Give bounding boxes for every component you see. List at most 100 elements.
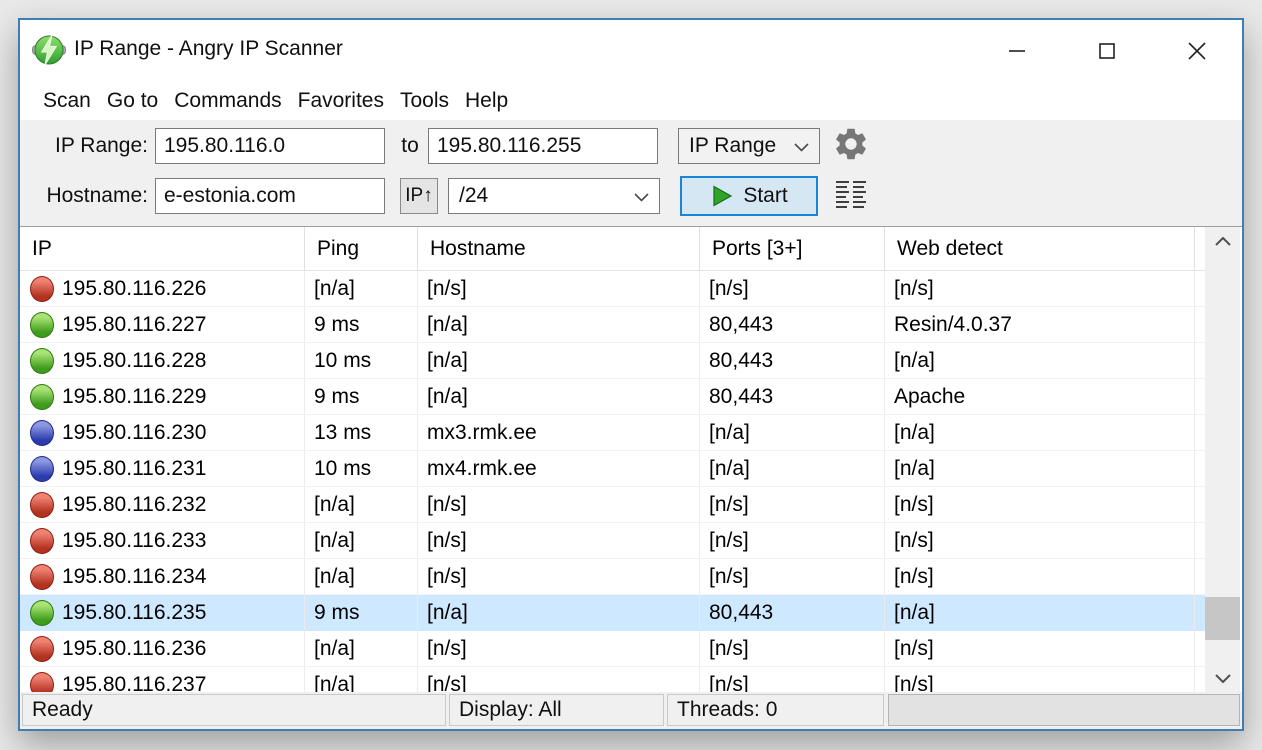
window-title: IP Range - Angry IP Scanner <box>74 37 343 61</box>
cell-ip: 195.80.116.229 <box>62 385 206 409</box>
cell-ip: 195.80.116.226 <box>62 277 206 301</box>
status-dot <box>30 600 54 626</box>
column-header-ip[interactable]: IP <box>20 227 305 270</box>
cell-ip: 195.80.116.235 <box>62 601 206 625</box>
status-threads: Threads: 0 <box>667 694 884 726</box>
table-row[interactable]: 195.80.116.228 10 ms [n/a] 80,443 [n/a] <box>20 343 1205 379</box>
cell-ping: [n/a] <box>305 631 418 666</box>
chevron-down-icon <box>634 193 649 202</box>
cell-ports: [n/s] <box>700 667 885 692</box>
table-body: 195.80.116.226 [n/a] [n/s] [n/s] [n/s] 1… <box>20 271 1205 692</box>
table-row[interactable]: 195.80.116.230 13 ms mx3.rmk.ee [n/a] [n… <box>20 415 1205 451</box>
ip-to-input[interactable] <box>428 128 658 164</box>
cell-ports: [n/s] <box>700 631 885 666</box>
cell-ping: [n/a] <box>305 523 418 558</box>
menu-item-tools[interactable]: Tools <box>392 82 457 120</box>
cell-ports: [n/s] <box>700 523 885 558</box>
status-dot <box>30 348 54 374</box>
minimize-icon <box>1007 41 1027 61</box>
toolbar: IP Range: to IP Range Hostname: IP↑ /24 … <box>20 120 1242 227</box>
status-dot <box>30 384 54 410</box>
menu-item-favorites[interactable]: Favorites <box>290 82 392 120</box>
menu-item-scan[interactable]: Scan <box>35 82 99 120</box>
table-row[interactable]: 195.80.116.226 [n/a] [n/s] [n/s] [n/s] <box>20 271 1205 307</box>
menu-item-commands[interactable]: Commands <box>166 82 289 120</box>
table-row[interactable]: 195.80.116.235 9 ms [n/a] 80,443 [n/a] <box>20 595 1205 631</box>
status-dot <box>30 420 54 446</box>
cell-ip: 195.80.116.231 <box>62 457 206 481</box>
table-row[interactable]: 195.80.116.229 9 ms [n/a] 80,443 Apache <box>20 379 1205 415</box>
scrollbar-thumb[interactable] <box>1205 597 1240 640</box>
netmask-selected-value: /24 <box>459 184 488 208</box>
cell-hostname: [n/a] <box>418 595 700 630</box>
status-dot <box>30 276 54 302</box>
cell-ping: [n/a] <box>305 559 418 594</box>
table-row[interactable]: 195.80.116.227 9 ms [n/a] 80,443 Resin/4… <box>20 307 1205 343</box>
fetchers-button[interactable] <box>832 178 870 212</box>
cell-hostname: [n/s] <box>418 667 700 692</box>
start-button[interactable]: Start <box>680 176 818 216</box>
netmask-select[interactable]: /24 <box>448 178 660 214</box>
cell-ports: 80,443 <box>700 307 885 342</box>
chevron-down-icon <box>1215 674 1231 683</box>
menu-item-help[interactable]: Help <box>457 82 516 120</box>
status-dot <box>30 564 54 590</box>
ip-from-input[interactable] <box>155 128 385 164</box>
column-header-ping[interactable]: Ping <box>305 227 418 270</box>
feeder-select[interactable]: IP Range <box>678 128 820 164</box>
cell-webdetect: [n/a] <box>885 595 1195 630</box>
scroll-up-button[interactable] <box>1205 227 1240 255</box>
column-header-webdetect[interactable]: Web detect <box>885 227 1195 270</box>
maximize-button[interactable] <box>1062 20 1152 82</box>
cell-webdetect: [n/s] <box>885 271 1195 306</box>
ip-up-button[interactable]: IP↑ <box>400 178 438 214</box>
preferences-button[interactable] <box>830 124 872 166</box>
cell-hostname: [n/s] <box>418 523 700 558</box>
cell-webdetect: [n/s] <box>885 667 1195 692</box>
table-row[interactable]: 195.80.116.232 [n/a] [n/s] [n/s] [n/s] <box>20 487 1205 523</box>
status-dot <box>30 636 54 662</box>
cell-ip: 195.80.116.237 <box>62 673 206 693</box>
results-table: IP Ping Hostname Ports [3+] Web detect 1… <box>20 227 1242 692</box>
cell-ports: [n/a] <box>700 451 885 486</box>
gear-icon <box>832 125 870 163</box>
cell-ports: [n/a] <box>700 415 885 450</box>
cell-ping: 13 ms <box>305 415 418 450</box>
hostname-input[interactable] <box>155 178 385 214</box>
scroll-down-button[interactable] <box>1205 664 1240 692</box>
cell-ping: [n/a] <box>305 667 418 692</box>
cell-ip: 195.80.116.236 <box>62 637 206 661</box>
menu-item-goto[interactable]: Go to <box>99 82 166 120</box>
table-row[interactable]: 195.80.116.233 [n/a] [n/s] [n/s] [n/s] <box>20 523 1205 559</box>
chevron-up-icon <box>1215 237 1231 246</box>
play-icon <box>710 184 734 208</box>
table-row[interactable]: 195.80.116.236 [n/a] [n/s] [n/s] [n/s] <box>20 631 1205 667</box>
table-row[interactable]: 195.80.116.231 10 ms mx4.rmk.ee [n/a] [n… <box>20 451 1205 487</box>
column-header-hostname[interactable]: Hostname <box>418 227 700 270</box>
app-window: IP Range - Angry IP Scanner Scan Go to C… <box>18 18 1244 731</box>
cell-webdetect: Resin/4.0.37 <box>885 307 1195 342</box>
cell-webdetect: [n/a] <box>885 415 1195 450</box>
cell-ip: 195.80.116.233 <box>62 529 206 553</box>
table-row[interactable]: 195.80.116.234 [n/a] [n/s] [n/s] [n/s] <box>20 559 1205 595</box>
cell-hostname: [n/s] <box>418 487 700 522</box>
chevron-down-icon <box>794 143 809 152</box>
cell-ports: 80,443 <box>700 595 885 630</box>
cell-hostname: [n/s] <box>418 559 700 594</box>
start-button-label: Start <box>743 184 787 208</box>
cell-hostname: [n/a] <box>418 343 700 378</box>
column-header-ports[interactable]: Ports [3+] <box>700 227 885 270</box>
status-dot <box>30 456 54 482</box>
close-button[interactable] <box>1152 20 1242 82</box>
ip-range-label: IP Range: <box>28 128 148 164</box>
to-label: to <box>388 128 432 164</box>
cell-hostname: [n/s] <box>418 631 700 666</box>
table-row[interactable]: 195.80.116.237 [n/a] [n/s] [n/s] [n/s] <box>20 667 1205 692</box>
minimize-button[interactable] <box>972 20 1062 82</box>
cell-ip: 195.80.116.227 <box>62 313 206 337</box>
cell-hostname: [n/s] <box>418 271 700 306</box>
cell-hostname: [n/a] <box>418 379 700 414</box>
table-header: IP Ping Hostname Ports [3+] Web detect <box>20 227 1205 271</box>
cell-webdetect: [n/s] <box>885 631 1195 666</box>
vertical-scrollbar[interactable] <box>1205 227 1240 692</box>
